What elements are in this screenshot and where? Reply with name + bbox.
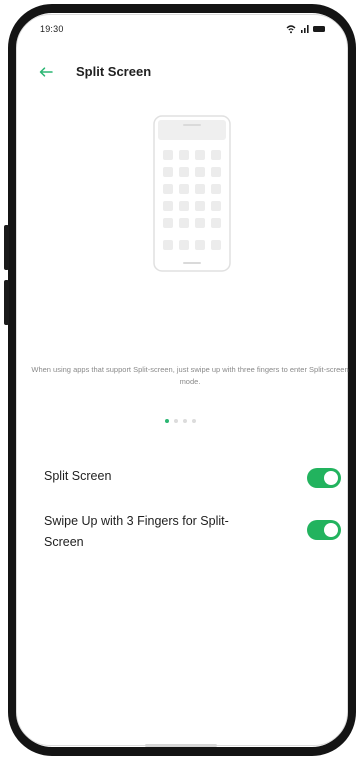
- pager-dot-active[interactable]: [165, 419, 169, 423]
- volume-down-button: [4, 280, 9, 325]
- page-title: Split Screen: [76, 64, 152, 79]
- battery-icon: [313, 26, 325, 32]
- three-finger-swipe-toggle[interactable]: [307, 520, 341, 540]
- status-icons: [286, 24, 326, 35]
- pager-dot[interactable]: [183, 419, 187, 423]
- volume-up-button: [4, 225, 9, 270]
- pager-dot[interactable]: [192, 419, 196, 423]
- signal-icon: [301, 25, 309, 33]
- screen: 19:30 Split Screen When using apps that …: [0, 0, 361, 761]
- setting-label: Split Screen: [44, 469, 112, 483]
- arrow-left-icon: [39, 67, 53, 77]
- setting-three-finger-swipe[interactable]: Swipe Up with 3 Fingers for Split-Screen: [24, 511, 344, 555]
- status-time: 19:30: [40, 24, 64, 34]
- back-button[interactable]: [34, 61, 58, 83]
- toggle-knob: [324, 523, 338, 537]
- toggle-knob: [324, 471, 338, 485]
- split-screen-toggle[interactable]: [307, 468, 341, 488]
- setting-label: Swipe Up with 3 Fingers for Split-Screen: [44, 514, 229, 549]
- pager-dot[interactable]: [174, 419, 178, 423]
- split-screen-illustration: [153, 115, 231, 272]
- setting-split-screen[interactable]: Split Screen: [24, 462, 344, 496]
- home-indicator[interactable]: [145, 744, 217, 747]
- pager-dots: [0, 419, 361, 427]
- feature-description: When using apps that support Split-scree…: [31, 365, 349, 386]
- wifi-icon: [286, 25, 296, 34]
